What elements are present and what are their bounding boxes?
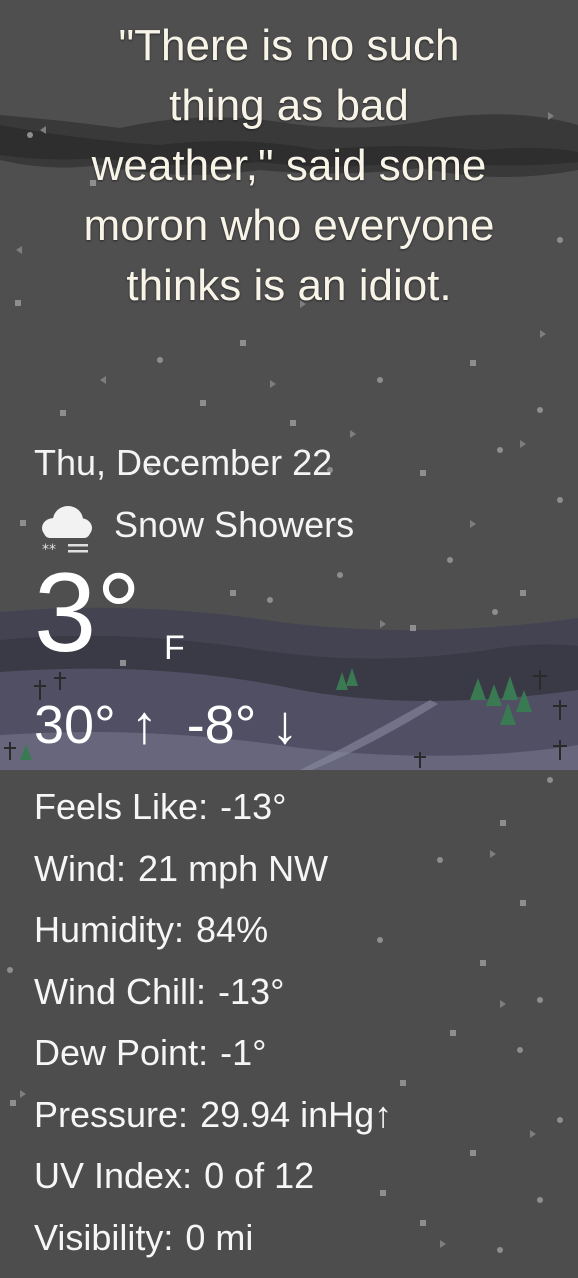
detail-value: 21 mph NW xyxy=(138,847,329,889)
detail-uv-index: UV Index: 0 of 12 xyxy=(34,1145,392,1207)
detail-value: 29.94 inHg↑ xyxy=(200,1093,393,1135)
detail-value: -13° xyxy=(220,786,287,827)
high-temperature: 30° xyxy=(34,695,116,755)
detail-label: Wind Chill: xyxy=(34,970,207,1012)
detail-humidity: Humidity: 84% xyxy=(34,899,392,961)
detail-dew-point: Dew Point: -1° xyxy=(34,1022,392,1084)
detail-wind: Wind: 21 mph NW xyxy=(34,838,392,900)
detail-label: Pressure: xyxy=(34,1093,189,1135)
quote-line: weather," said some xyxy=(91,141,487,190)
detail-label: Wind: xyxy=(34,847,127,889)
detail-pressure: Pressure: 29.94 inHg↑ xyxy=(34,1084,392,1146)
condition-label: Snow Showers xyxy=(114,504,355,545)
detail-value: 0 of 12 xyxy=(204,1155,315,1196)
detail-label: Humidity: xyxy=(34,909,185,950)
quote-text: "There is no such thing as bad weather,"… xyxy=(20,16,558,316)
detail-value: -13° xyxy=(218,970,285,1012)
detail-visibility: Visibility: 0 mi xyxy=(34,1207,392,1269)
current-temperature: 3° xyxy=(34,550,142,675)
weather-details: Feels Like: -13° Wind: 21 mph NW Humidity:… xyxy=(34,776,392,1268)
down-arrow-icon: ↓ xyxy=(271,695,299,755)
up-arrow-icon: ↑ xyxy=(130,695,158,755)
quote-line: moron who everyone xyxy=(83,201,495,250)
detail-feels-like: Feels Like: -13° xyxy=(34,776,392,838)
quote-line: thinks is an idiot. xyxy=(126,261,452,310)
detail-label: Visibility: xyxy=(34,1216,174,1258)
detail-wind-chill: Wind Chill: -13° xyxy=(34,961,392,1023)
low-temperature: -8° xyxy=(186,695,257,755)
detail-label: Feels Like: xyxy=(34,786,209,827)
detail-value: -1° xyxy=(220,1032,267,1073)
detail-value: 0 mi xyxy=(185,1216,254,1258)
detail-label: Dew Point: xyxy=(34,1032,209,1073)
high-low-temperatures: 30° ↑ -8° ↓ xyxy=(34,688,298,762)
quote-line: thing as bad xyxy=(169,81,409,130)
forecast-date: Thu, December 22 xyxy=(34,442,333,483)
temperature-unit: F xyxy=(164,629,185,667)
quote-line: "There is no such xyxy=(118,21,460,70)
detail-label: UV Index: xyxy=(34,1155,193,1196)
detail-value: 84% xyxy=(196,909,269,950)
